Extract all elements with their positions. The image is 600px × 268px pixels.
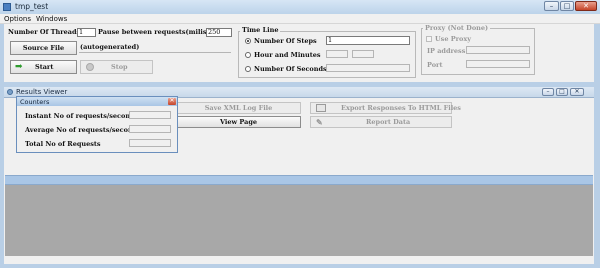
rv-minimize-button[interactable]: – <box>542 88 554 96</box>
counters-dialog: Counters ✕ Instant No of requests/second… <box>16 96 178 153</box>
counters-titlebar: Counters ✕ <box>17 97 177 106</box>
results-viewer-title: Results Viewer <box>16 88 68 96</box>
report-data-label: Report Data <box>366 118 411 126</box>
port-input[interactable] <box>466 60 530 68</box>
use-proxy-checkbox[interactable] <box>426 36 432 42</box>
start-button[interactable]: ➡ Start <box>10 60 77 74</box>
rv-maximize-button[interactable]: □ <box>556 88 568 96</box>
minutes-input[interactable] <box>352 50 374 58</box>
ip-input[interactable] <box>466 46 530 54</box>
ip-label: IP address <box>427 47 466 55</box>
radio-hour-and-minutes[interactable] <box>245 52 251 58</box>
counters-title: Counters <box>20 98 50 106</box>
rv-close-button[interactable]: ✕ <box>570 88 584 96</box>
view-page-button[interactable]: View Page <box>176 116 301 128</box>
results-viewer-icon <box>7 89 13 95</box>
maximize-button[interactable]: □ <box>560 1 574 11</box>
seconds-input[interactable] <box>326 64 410 72</box>
hours-label: Hour and Minutes <box>254 51 321 59</box>
results-content-area <box>5 185 593 256</box>
stop-button-label: Stop <box>111 63 128 71</box>
view-page-label: View Page <box>220 118 257 126</box>
minimize-button[interactable]: – <box>544 1 559 11</box>
steps-input[interactable]: 1 <box>326 36 410 45</box>
start-button-label: Start <box>35 63 54 71</box>
source-file-button[interactable]: Source File <box>10 41 77 55</box>
report-data-button[interactable]: ✎ Report Data <box>310 116 452 128</box>
green-arrow-icon: ➡ <box>15 62 23 72</box>
window-title: tmp_test <box>15 2 49 11</box>
stop-button[interactable]: Stop <box>80 60 153 74</box>
timeline-title: Time Line <box>240 26 281 34</box>
app-icon <box>3 3 11 11</box>
instant-rps-label: Instant No of requests/second <box>25 112 135 120</box>
source-file-value: (autogenerated) <box>80 43 140 51</box>
menu-bar: Options Windows <box>0 14 600 24</box>
radio-number-of-seconds[interactable] <box>245 66 251 72</box>
wrench-icon: ✎ <box>316 117 323 127</box>
menu-options[interactable]: Options <box>4 15 31 23</box>
instant-rps-value <box>129 111 171 119</box>
radio-number-of-steps[interactable] <box>245 38 251 44</box>
average-rps-label: Average No of requests/second <box>25 126 138 134</box>
total-requests-value <box>129 139 171 147</box>
threads-input[interactable]: 1 <box>77 28 96 37</box>
counters-close-button[interactable]: ✕ <box>168 98 176 105</box>
source-file-underline <box>79 52 231 53</box>
export-icon <box>316 104 326 112</box>
average-rps-value <box>129 125 171 133</box>
port-label: Port <box>427 61 443 69</box>
save-xml-log-button[interactable]: Save XML Log File <box>176 102 301 114</box>
stop-icon <box>86 63 94 71</box>
export-html-label: Export Responses To HTML Files <box>341 104 461 112</box>
use-proxy-label: Use Proxy <box>435 35 472 43</box>
menu-windows[interactable]: Windows <box>36 15 67 23</box>
export-html-button[interactable]: Export Responses To HTML Files <box>310 102 461 114</box>
seconds-label: Number Of Seconds <box>254 65 327 73</box>
results-header-strip <box>5 175 593 185</box>
hours-input[interactable] <box>326 50 348 58</box>
title-bar: tmp_test – □ ✕ <box>0 0 600 14</box>
close-button[interactable]: ✕ <box>575 1 597 11</box>
save-xml-label: Save XML Log File <box>204 104 273 112</box>
proxy-title: Proxy (Not Done) <box>423 24 491 32</box>
threads-label: Number Of Threads <box>8 28 81 36</box>
total-requests-label: Total No of Requests <box>25 140 101 148</box>
steps-label: Number Of Steps <box>254 37 317 45</box>
pause-label: Pause between requests(milisec) <box>98 28 218 36</box>
pause-input[interactable]: 250 <box>206 28 232 37</box>
